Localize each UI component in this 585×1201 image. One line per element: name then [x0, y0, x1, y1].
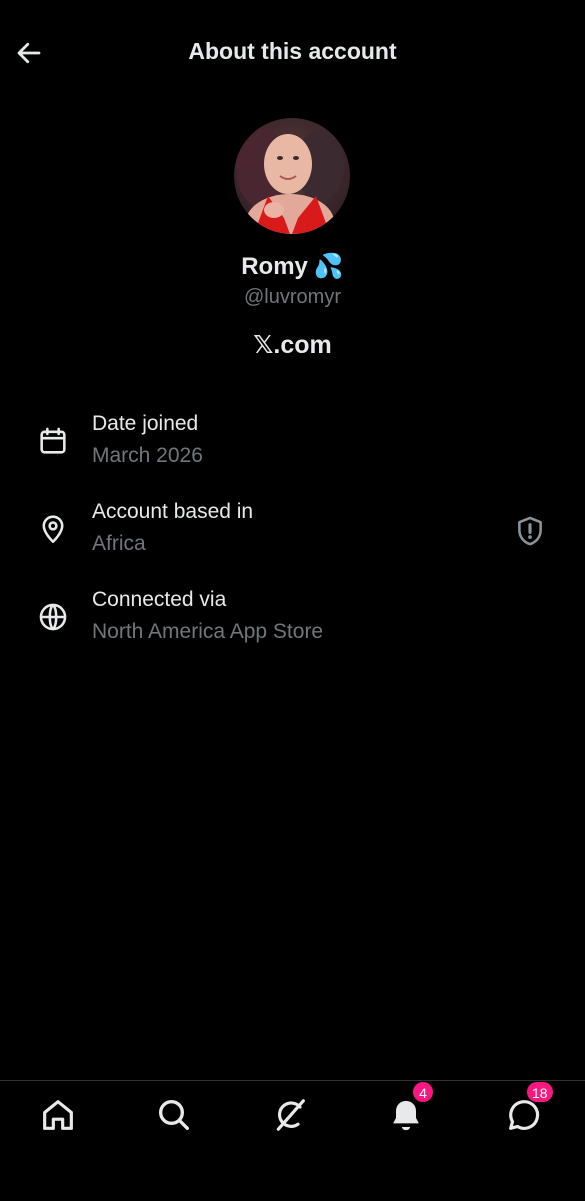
row-label: Connected via [92, 588, 227, 611]
notifications-badge: 4 [412, 1081, 434, 1103]
grok-icon [276, 1099, 305, 1131]
row-value: Africa [92, 532, 146, 555]
row-value: March 2026 [92, 444, 203, 467]
nav-messages[interactable]: 18 [504, 1081, 554, 1135]
bottom-nav: 4 18 [0, 1080, 585, 1201]
globe-icon [39, 603, 67, 631]
shield-alert-icon[interactable] [513, 514, 547, 548]
location-pin-icon [42, 515, 64, 544]
calendar-icon [40, 427, 66, 454]
nav-home[interactable] [38, 1095, 78, 1135]
row-label: Account based in [92, 500, 254, 523]
row-connected-via: Connected via North America App Store [0, 586, 585, 658]
row-date-joined: Date joined March 2026 [0, 410, 585, 482]
nav-grok[interactable] [270, 1095, 310, 1135]
avatar[interactable] [234, 118, 350, 234]
row-account-based-in: Account based in Africa [0, 498, 585, 570]
row-label: Date joined [92, 412, 199, 435]
nav-notifications[interactable]: 4 [386, 1081, 434, 1135]
account-handle: @luvromyr [244, 286, 341, 308]
display-name: Romy 💦 [0, 252, 585, 281]
nav-search[interactable] [154, 1095, 194, 1135]
header: About this account [0, 0, 585, 106]
search-icon [159, 1100, 189, 1130]
site-label: 𝕏.com [253, 331, 332, 359]
home-icon [43, 1100, 73, 1130]
row-value: North America App Store [92, 620, 324, 643]
sweat-droplets-emoji: 💦 [313, 253, 344, 280]
page-title: About this account [188, 38, 397, 64]
messages-badge: 18 [526, 1081, 554, 1103]
display-name-text: Romy [241, 253, 308, 280]
